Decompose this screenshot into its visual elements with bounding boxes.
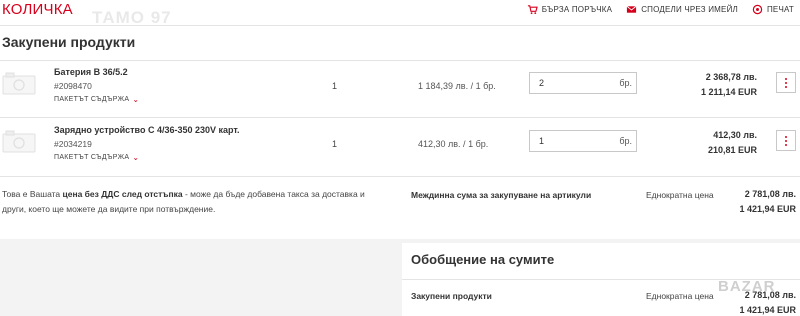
package-contents-label: ПАКЕТЪТ СЪДЪРЖА xyxy=(54,96,130,103)
line-total-bgn: 2 368,78 лв. xyxy=(705,72,757,82)
section-title: Закупени продукти xyxy=(2,34,136,50)
product-code: #2098470 xyxy=(54,81,92,91)
page-title: КОЛИЧКА xyxy=(2,1,73,18)
subtotal-label: Междинна сума за закупуване на артикули xyxy=(411,190,592,200)
row-divider xyxy=(0,117,800,118)
chevron-down-icon: ⌄ xyxy=(132,95,140,104)
line-total-eur: 210,81 EUR xyxy=(707,145,757,155)
print-icon xyxy=(752,4,763,15)
product-name[interactable]: Зарядно устройство C 4/36-350 230V карт. xyxy=(54,125,240,135)
item-quantity: 1 xyxy=(332,139,338,149)
quick-order-cart-icon xyxy=(527,5,538,15)
unit-price: 1 184,39 лв. / 1 бр. xyxy=(418,81,496,91)
more-dot xyxy=(785,77,787,80)
cart-item-row: Зарядно устройство C 4/36-350 230V карт.… xyxy=(0,120,800,176)
cart-item-row: Батерия B 36/5.2 #2098470 ПАКЕТЪТ СЪДЪРЖ… xyxy=(0,62,800,118)
package-contents-toggle[interactable]: ПАКЕТЪТ СЪДЪРЖА ⌄ xyxy=(54,153,139,162)
quantity-unit: бр. xyxy=(619,78,632,88)
price-note: Това е Вашата цена без ДДС след отстъпка… xyxy=(2,187,372,217)
more-options-button[interactable] xyxy=(776,72,796,93)
header-actions: БЪРЗА ПОРЪЧКА СПОДЕЛИ ЧРЕЗ ИМЕЙЛ ПЕЧАТ xyxy=(527,4,794,15)
subtotal-eur: 1 421,94 EUR xyxy=(739,204,796,214)
package-contents-toggle[interactable]: ПАКЕТЪТ СЪДЪРЖА ⌄ xyxy=(54,95,139,104)
quick-order-label: БЪРЗА ПОРЪЧКА xyxy=(541,5,613,14)
quantity-input-value: 2 xyxy=(539,78,545,88)
watermark-logo: BAZAR xyxy=(718,278,776,295)
product-name[interactable]: Батерия B 36/5.2 xyxy=(54,67,128,77)
quantity-input-value: 1 xyxy=(539,136,545,146)
more-dot xyxy=(785,135,787,138)
email-icon xyxy=(626,5,637,13)
one-time-price-label: Еднократна цена xyxy=(646,190,714,200)
row-divider xyxy=(0,176,800,177)
print-label: ПЕЧАТ xyxy=(766,5,794,14)
quantity-unit: бр. xyxy=(619,136,632,146)
row-divider xyxy=(0,60,800,61)
more-dot xyxy=(785,81,787,84)
more-options-button[interactable] xyxy=(776,130,796,151)
more-dot xyxy=(785,143,787,146)
share-email-link[interactable]: СПОДЕЛИ ЧРЕЗ ИМЕЙЛ xyxy=(626,4,738,15)
item-quantity: 1 xyxy=(332,81,338,91)
summary-total-eur: 1 421,94 EUR xyxy=(739,305,796,315)
product-image-placeholder-icon xyxy=(2,72,36,95)
subtotal-bgn: 2 781,08 лв. xyxy=(744,189,796,199)
summary-row-label: Закупени продукти xyxy=(411,291,492,301)
share-email-label: СПОДЕЛИ ЧРЕЗ ИМЕЙЛ xyxy=(641,5,738,14)
top-bar: ТАМО 97 КОЛИЧКА БЪРЗА ПОРЪЧКА СПОДЕЛИ ЧР… xyxy=(0,0,800,27)
product-code: #2034219 xyxy=(54,139,92,149)
package-contents-label: ПАКЕТЪТ СЪДЪРЖА xyxy=(54,154,130,161)
quantity-input[interactable]: 2 бр. xyxy=(529,72,637,94)
chevron-down-icon: ⌄ xyxy=(132,153,140,162)
quantity-input[interactable]: 1 бр. xyxy=(529,130,637,152)
summary-title: Обобщение на сумите xyxy=(411,252,555,267)
unit-price: 412,30 лв. / 1 бр. xyxy=(418,139,489,149)
quick-order-link[interactable]: БЪРЗА ПОРЪЧКА xyxy=(527,4,612,15)
product-image-placeholder-icon xyxy=(2,130,36,153)
line-total-bgn: 412,30 лв. xyxy=(713,130,757,140)
summary-one-time-label: Еднократна цена xyxy=(646,291,714,301)
price-note-emphasis: цена без ДДС след отстъпка xyxy=(62,189,183,199)
header-divider xyxy=(0,25,800,26)
more-dot xyxy=(785,85,787,88)
print-link[interactable]: ПЕЧАТ xyxy=(752,4,794,15)
line-total-eur: 1 211,14 EUR xyxy=(700,87,757,97)
more-dot xyxy=(785,139,787,142)
price-note-text: Това е Вашата xyxy=(2,189,63,199)
